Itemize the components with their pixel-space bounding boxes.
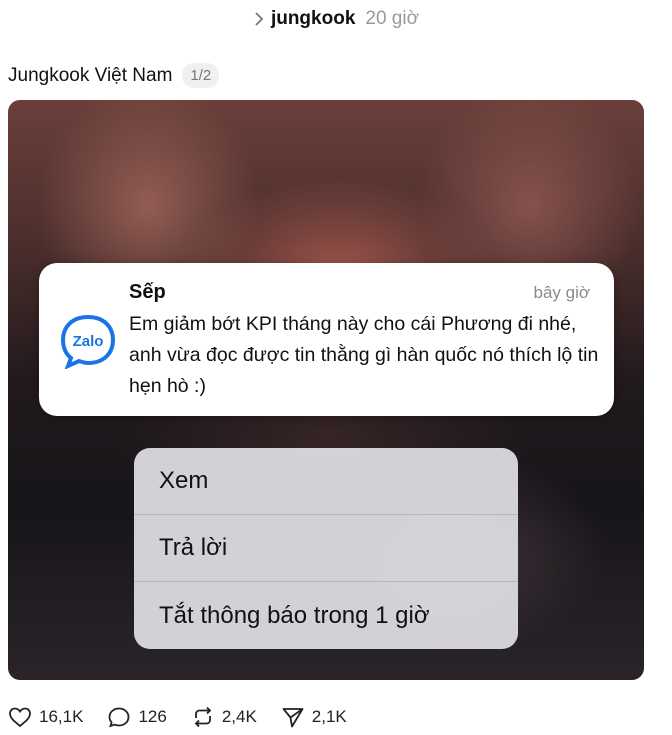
send-icon [281, 706, 305, 728]
notification-sender: Sếp [129, 281, 166, 303]
chevron-right-icon[interactable] [253, 11, 265, 27]
menu-item-reply[interactable]: Trả lời [134, 515, 518, 582]
menu-item-view[interactable]: Xem [134, 448, 518, 515]
page-indicator: 1/2 [182, 63, 220, 88]
share-count: 2,1K [311, 707, 347, 726]
post-actions: 16,1K 126 2,4K 2,1K [8, 706, 371, 728]
like-button[interactable]: 16,1K [8, 706, 83, 728]
notification-context-menu: Xem Trả lời Tắt thông báo trong 1 giờ [134, 448, 518, 649]
heart-icon [8, 706, 32, 728]
notification-time: bây giờ [533, 283, 590, 302]
caption-row: Jungkook Việt Nam 1/2 [8, 63, 220, 88]
repost-button[interactable]: 2,4K [191, 706, 257, 728]
comment-icon [107, 706, 131, 728]
repost-icon [191, 706, 215, 728]
notification-banner[interactable]: Zalo Sếp bây giờ Em giảm bớt KPI tháng n… [39, 263, 614, 416]
repost-count: 2,4K [221, 707, 257, 726]
menu-item-mute[interactable]: Tắt thông báo trong 1 giờ [134, 582, 518, 649]
zalo-logo: Zalo [60, 313, 116, 370]
svg-text:Zalo: Zalo [73, 333, 104, 350]
share-button[interactable]: 2,1K [281, 706, 347, 728]
post-image[interactable]: Zalo Sếp bây giờ Em giảm bớt KPI tháng n… [8, 100, 644, 680]
post-caption: Jungkook Việt Nam [8, 64, 173, 86]
comment-count: 126 [138, 707, 167, 726]
thread-header: jungkook 20 giờ [0, 8, 672, 30]
notification-message: Em giảm bớt KPI tháng này cho cái Phương… [129, 313, 599, 397]
like-count: 16,1K [39, 707, 84, 726]
post-time: 20 giờ [365, 8, 420, 29]
author-name[interactable]: jungkook [271, 8, 355, 30]
comment-button[interactable]: 126 [107, 706, 167, 728]
